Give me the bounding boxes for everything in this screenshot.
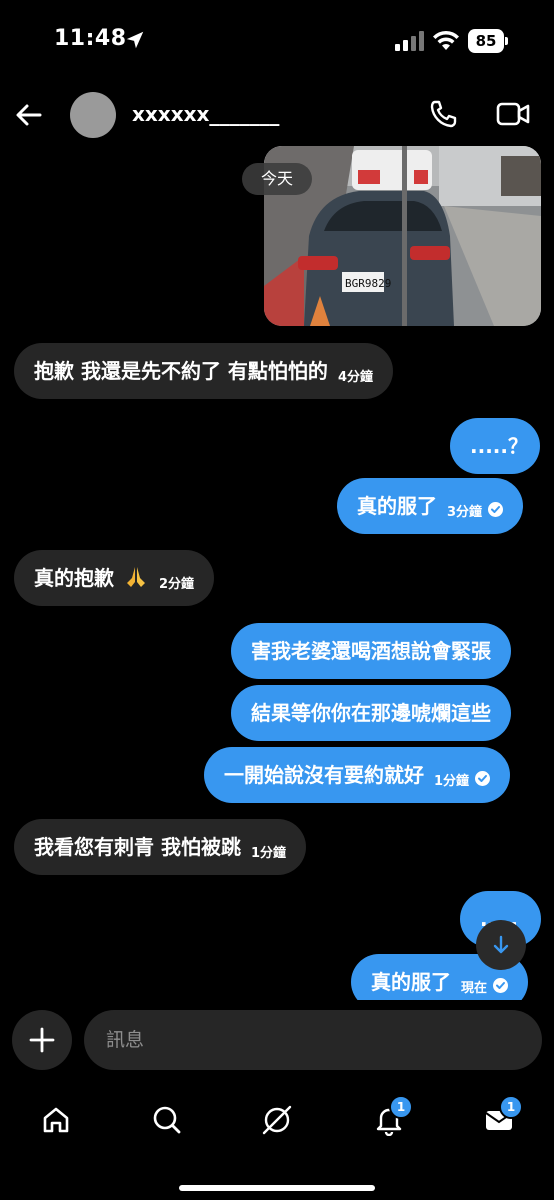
- message-timestamp: 2分鐘: [158, 577, 195, 592]
- message-bubble-outgoing[interactable]: 真的服了 3分鐘: [337, 478, 524, 534]
- message-text: 結果等你你在那邊唬爛這些: [251, 701, 491, 725]
- nav-messages[interactable]: 1: [477, 1095, 523, 1142]
- message-bubble-incoming[interactable]: 真的抱歉 2分鐘: [14, 550, 215, 606]
- back-arrow-icon[interactable]: [12, 98, 46, 132]
- home-indicator: [179, 1185, 375, 1191]
- video-call-icon[interactable]: [496, 98, 530, 130]
- arrow-down-icon: [493, 935, 509, 954]
- add-attachment-button[interactable]: [12, 1010, 72, 1070]
- chat-header: xxxxxx_______: [0, 84, 554, 148]
- message-text: 一開始說沒有要約就好: [224, 763, 424, 787]
- message-text: .....？: [470, 434, 528, 458]
- message-text: 害我老婆還喝酒想說會緊張: [251, 639, 491, 663]
- message-timestamp: 1分鐘: [434, 774, 470, 789]
- battery-level: 85: [468, 29, 504, 53]
- battery-tip: [505, 37, 508, 45]
- nav-explore[interactable]: [255, 1098, 299, 1142]
- plus-icon: [29, 1027, 55, 1053]
- message-bubble-incoming[interactable]: 我看您有刺青 我怕被跳 1分鐘: [14, 819, 307, 875]
- scroll-to-bottom-button[interactable]: [476, 920, 526, 970]
- notification-badge: 1: [389, 1095, 413, 1119]
- location-arrow-icon: [126, 31, 144, 49]
- message-composer: [0, 1000, 554, 1088]
- message-input[interactable]: [84, 1010, 542, 1070]
- message-text: 真的服了: [357, 494, 437, 518]
- nav-home[interactable]: [34, 1098, 78, 1142]
- nav-search[interactable]: [145, 1098, 189, 1142]
- wifi-icon: [433, 30, 459, 50]
- search-icon: [153, 1106, 181, 1134]
- contact-name[interactable]: xxxxxx_______: [132, 102, 279, 126]
- message-timestamp: 4分鐘: [337, 370, 373, 385]
- seen-check-icon: [488, 502, 504, 517]
- folded-hands-emoji-icon: [126, 567, 145, 587]
- home-icon: [43, 1107, 69, 1133]
- message-timestamp: 現在: [461, 981, 488, 996]
- cellular-signal-icon: [395, 31, 424, 51]
- message-bubble-outgoing[interactable]: 害我老婆還喝酒想說會緊張: [231, 623, 511, 679]
- seen-check-icon: [493, 978, 509, 993]
- message-bubble-outgoing[interactable]: 結果等你你在那邊唬爛這些: [231, 685, 511, 741]
- seen-check-icon: [475, 771, 491, 786]
- bottom-navigation: 1 1: [0, 1090, 554, 1200]
- nav-notifications[interactable]: 1: [367, 1095, 413, 1142]
- message-text: 我看您有刺青 我怕被跳: [34, 835, 241, 859]
- message-timestamp: 1分鐘: [250, 846, 287, 861]
- message-bubble-outgoing[interactable]: .....？: [450, 418, 540, 474]
- avatar[interactable]: [70, 92, 116, 138]
- explore-icon: [262, 1105, 292, 1135]
- message-text: 真的抱歉: [34, 566, 114, 590]
- messages-badge: 1: [499, 1095, 523, 1119]
- status-time: 11:48: [54, 26, 127, 51]
- message-text: 真的服了: [371, 970, 451, 994]
- status-bar: 11:48 85: [0, 0, 554, 84]
- message-timestamp: 3分鐘: [447, 505, 483, 520]
- battery-indicator: 85: [468, 29, 508, 53]
- date-separator: 今天: [242, 163, 312, 195]
- phone-call-icon[interactable]: [428, 98, 460, 130]
- message-text: 抱歉 我還是先不約了 有點怕怕的: [34, 359, 328, 383]
- message-bubble-incoming[interactable]: 抱歉 我還是先不約了 有點怕怕的 4分鐘: [14, 343, 393, 399]
- message-bubble-outgoing[interactable]: 一開始說沒有要約就好 1分鐘: [204, 747, 511, 803]
- svg-text:BGR9829: BGR9829: [345, 277, 391, 290]
